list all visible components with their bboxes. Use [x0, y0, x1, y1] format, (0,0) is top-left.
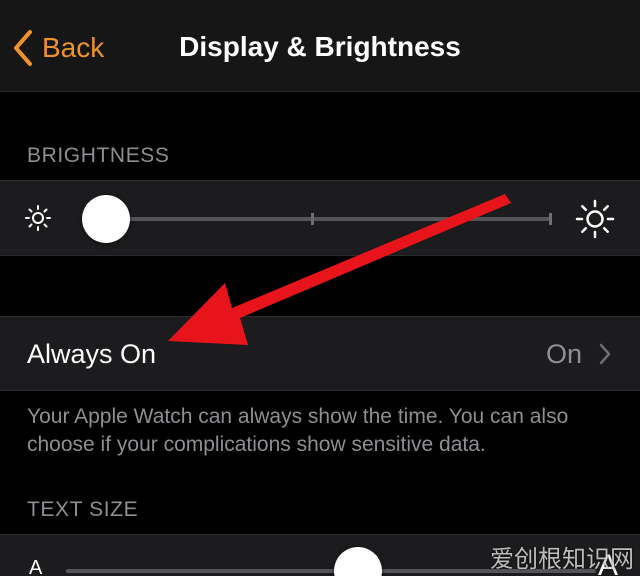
sun-small-icon	[25, 205, 51, 231]
navigation-bar: Back Display & Brightness	[0, 0, 640, 92]
screen: Back Display & Brightness BRIGHTNESS Alw…	[0, 0, 640, 576]
chevron-right-icon	[599, 343, 611, 365]
page-title: Display & Brightness	[179, 31, 461, 62]
brightness-cell	[0, 180, 640, 256]
always-on-label: Always On	[27, 339, 157, 369]
brightness-slider-tick	[311, 213, 314, 225]
brightness-slider-thumb[interactable]	[81, 195, 130, 243]
watermark: 爱创根知识网	[490, 545, 634, 573]
always-on-row[interactable]: Always On On	[0, 316, 640, 391]
always-on-description: Your Apple Watch can always show the tim…	[27, 405, 569, 456]
always-on-value: On	[545, 339, 582, 369]
text-size-small-label: A	[29, 557, 43, 576]
text-size-slider-thumb[interactable]	[333, 547, 382, 576]
brightness-slider-tick	[549, 213, 552, 225]
brightness-slider-track[interactable]	[82, 217, 552, 221]
brightness-header: BRIGHTNESS	[27, 144, 170, 167]
text-size-header: TEXT SIZE	[27, 498, 139, 521]
sun-large-icon	[575, 199, 615, 239]
